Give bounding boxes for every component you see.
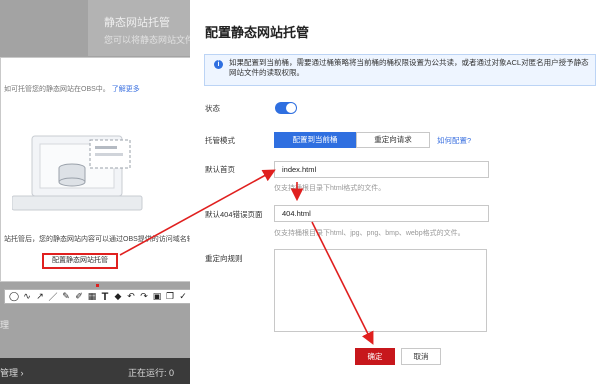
annotation-dot xyxy=(96,284,99,287)
annotation-arrow-to-index xyxy=(119,169,276,256)
annotation-arrows xyxy=(96,169,374,345)
annotation-arrow-to-confirm xyxy=(311,221,374,345)
